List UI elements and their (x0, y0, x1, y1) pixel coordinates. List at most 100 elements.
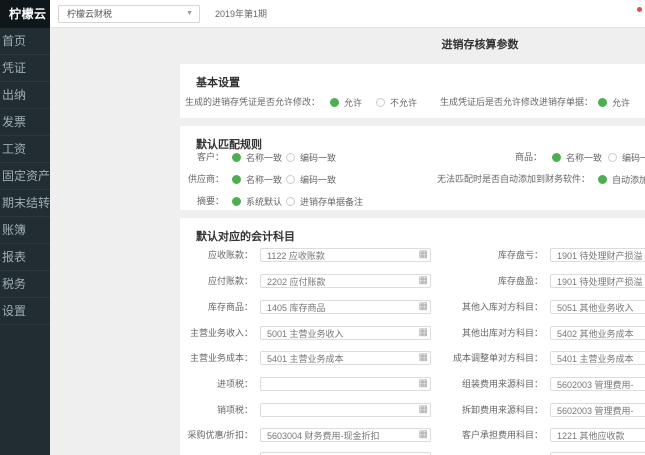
account-input-value: 5602003 管理费用- (557, 380, 634, 390)
notification-dot (637, 7, 642, 12)
field-label: 组装费用来源科目： (430, 377, 543, 391)
sidebar-item-home[interactable]: 首页 (0, 28, 50, 55)
field-label: 客户承担费用科目： (430, 428, 543, 442)
radio-unselected-icon[interactable] (286, 175, 295, 184)
account-input[interactable]: 5401 主营业务成本▦ (550, 351, 645, 365)
account-picker-icon[interactable]: ▦ (419, 327, 428, 339)
field-label: 采购优惠/折扣： (180, 428, 253, 442)
radio-selected-icon[interactable] (330, 98, 339, 107)
sidebar-item-settings[interactable]: 设置 (0, 298, 50, 325)
account-input[interactable]: 5401 主营业务成本▦ (260, 351, 431, 365)
radio-label: 不允许 (390, 96, 417, 109)
account-input[interactable]: 5001 主营业务收入▦ (260, 326, 431, 340)
field-label: 成本调整单对方科目： (430, 351, 543, 365)
field-label: 无法匹配时是否自动添加到财务软件： (415, 172, 590, 186)
sidebar-item-salary[interactable]: 工资 (0, 136, 50, 163)
radio-label: 进销存单据备注 (300, 195, 363, 208)
account-picker-icon[interactable]: ▦ (419, 378, 428, 390)
radio-label: 编码一致 (300, 173, 336, 186)
field-label: 应收账款： (180, 248, 253, 262)
account-input-value: 5603004 财务费用-现金折扣 (267, 431, 380, 441)
basic-settings-row: 生成的进销存凭证是否允许修改： 允许 不允许 生成凭证后是否允许修改进销存单据：… (180, 95, 645, 109)
radio-option[interactable]: 名称一致 (552, 150, 602, 164)
account-input[interactable]: ▦ (260, 403, 431, 417)
radio-option-disallow[interactable]: 不允许 (376, 95, 417, 109)
field-label: 库存盘盈： (430, 274, 543, 288)
radio-selected-icon[interactable] (552, 153, 561, 162)
sidebar-nav: 首页 凭证 出纳 发票 工资 固定资产 期末结转 账簿 报表 税务 设置 (0, 28, 50, 325)
radio-option[interactable]: 自动添加 (598, 172, 645, 186)
account-input[interactable]: 2202 应付账款▦ (260, 274, 431, 288)
account-picker-icon[interactable]: ▦ (419, 275, 428, 287)
account-input[interactable]: 1901 待处理财产损溢▦ (550, 248, 645, 262)
account-input-value: 5051 其他业务收入 (557, 303, 634, 313)
account-picker-icon[interactable]: ▦ (419, 404, 428, 416)
radio-selected-icon[interactable] (232, 153, 241, 162)
radio-unselected-icon[interactable] (608, 153, 617, 162)
sidebar-item-period-end[interactable]: 期末结转 (0, 190, 50, 217)
subject-row: 主营业务成本： 5401 主营业务成本▦ 成本调整单对方科目： 5401 主营业… (180, 351, 645, 365)
radio-selected-icon[interactable] (232, 197, 241, 206)
field-label: 生成的进销存凭证是否允许修改： (180, 95, 320, 109)
field-label: 商品： (480, 150, 542, 164)
section-matching-rules: 默认匹配规则 客户： 名称一致 编码一致 商品： 名称一致 编码一致 供应商： … (180, 126, 645, 210)
account-input[interactable]: 1901 待处理财产损溢▦ (550, 274, 645, 288)
subject-row: 应收账款： 1122 应收账款▦ 库存盘亏： 1901 待处理财产损溢▦ (180, 248, 645, 262)
account-input[interactable]: 5603004 财务费用-现金折扣 ▦ (260, 428, 431, 442)
radio-label: 允许 (612, 96, 630, 109)
account-input-value: 1405 库存商品 (267, 303, 326, 313)
sidebar-item-invoice[interactable]: 发票 (0, 109, 50, 136)
radio-label: 系统默认 (246, 195, 282, 208)
subject-row: 库存商品： 1405 库存商品▦ 其他入库对方科目： 5051 其他业务收入▦ (180, 300, 645, 314)
sidebar-item-ledger[interactable]: 账簿 (0, 217, 50, 244)
field-label: 销项税： (180, 403, 253, 417)
account-picker-icon[interactable]: ▦ (419, 249, 428, 261)
sidebar-item-voucher[interactable]: 凭证 (0, 55, 50, 82)
sidebar-item-tax[interactable]: 税务 (0, 271, 50, 298)
radio-unselected-icon[interactable] (286, 153, 295, 162)
top-bar: 柠檬云财税 ▼ 2019年第1期 (50, 0, 645, 28)
radio-option[interactable]: 名称一致 (232, 150, 282, 164)
radio-option[interactable]: 名称一致 (232, 172, 282, 186)
sidebar-item-cashier[interactable]: 出纳 (0, 82, 50, 109)
account-picker-icon[interactable]: ▦ (419, 301, 428, 313)
radio-option[interactable]: 进销存单据备注 (286, 194, 363, 208)
sidebar: 柠檬云 首页 凭证 出纳 发票 工资 固定资产 期末结转 账簿 报表 税务 设置 (0, 0, 50, 455)
company-select[interactable]: 柠檬云财税 ▼ (58, 5, 200, 23)
radio-unselected-icon[interactable] (376, 98, 385, 107)
account-input[interactable]: ▦ (260, 377, 431, 391)
radio-selected-icon[interactable] (598, 175, 607, 184)
account-picker-icon[interactable]: ▦ (419, 352, 428, 364)
account-input[interactable]: 5402 其他业务成本▦ (550, 326, 645, 340)
section-account-subjects: 默认对应的会计科目 应收账款： 1122 应收账款▦ 库存盘亏： 1901 待处… (180, 218, 645, 455)
field-label: 库存盘亏： (430, 248, 543, 262)
account-input-value: 5401 主营业务成本 (557, 354, 634, 364)
subject-row: 进项税： ▦ 组装费用来源科目： 5602003 管理费用-▦ (180, 377, 645, 391)
account-input[interactable]: 5602003 管理费用-▦ (550, 403, 645, 417)
radio-option[interactable]: 系统默认 (232, 194, 282, 208)
matching-row-customer: 客户： 名称一致 编码一致 商品： 名称一致 编码一致 (180, 150, 645, 164)
field-label: 供应商： (180, 172, 224, 186)
subject-row: 主营业务收入： 5001 主营业务收入▦ 其他出库对方科目： 5402 其他业务… (180, 326, 645, 340)
radio-unselected-icon[interactable] (286, 197, 295, 206)
radio-option[interactable]: 编码一致 (608, 150, 645, 164)
chevron-down-icon: ▼ (186, 6, 193, 22)
field-label: 主营业务成本： (180, 351, 253, 365)
account-input[interactable]: 5051 其他业务收入▦ (550, 300, 645, 314)
account-input[interactable]: 1122 应收账款▦ (260, 248, 431, 262)
matching-row-summary: 摘要： 系统默认 进销存单据备注 (180, 194, 645, 208)
account-input[interactable]: 5602003 管理费用-▦ (550, 377, 645, 391)
account-input-value: 5402 其他业务成本 (557, 329, 634, 339)
radio-option[interactable]: 编码一致 (286, 172, 336, 186)
radio-option[interactable]: 编码一致 (286, 150, 336, 164)
account-picker-icon[interactable]: ▦ (419, 429, 428, 441)
radio-selected-icon[interactable] (232, 175, 241, 184)
sidebar-item-fixed-assets[interactable]: 固定资产 (0, 163, 50, 190)
account-input-value: 1901 待处理财产损溢 (557, 277, 643, 287)
radio-option-allow[interactable]: 允许 (598, 95, 630, 109)
radio-selected-icon[interactable] (598, 98, 607, 107)
sidebar-item-reports[interactable]: 报表 (0, 244, 50, 271)
radio-option-allow[interactable]: 允许 (330, 95, 362, 109)
account-input[interactable]: 1221 其他应收款▦ (550, 428, 645, 442)
account-input[interactable]: 1405 库存商品 ▦ (260, 300, 431, 314)
